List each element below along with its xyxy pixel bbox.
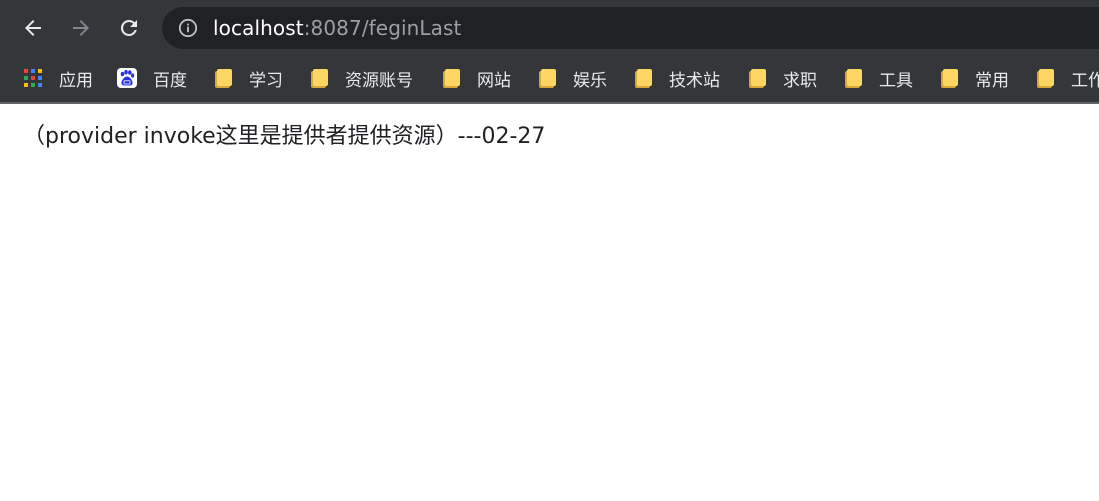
bookmark-label: 工具 (879, 70, 913, 91)
bookmark-label: 网站 (477, 70, 511, 91)
bookmark-folder-work[interactable]: 工作 (1035, 56, 1099, 100)
browser-toolbar: localhost:8087/feginLast (0, 0, 1099, 56)
bookmark-folder-tools[interactable]: 工具 (843, 56, 913, 100)
info-icon[interactable] (178, 18, 198, 38)
forward-button[interactable] (66, 13, 96, 43)
folder-icon (939, 68, 959, 88)
bookmark-label: 资源账号 (345, 70, 413, 91)
bookmark-folder-study[interactable]: 学习 (213, 56, 283, 100)
bookmark-label: 百度 (153, 70, 187, 91)
page-body-text: （provider invoke这里是提供者提供资源）---02-27 (23, 124, 546, 149)
bookmark-apps[interactable]: 应用 (23, 56, 93, 100)
baidu-icon (117, 68, 137, 88)
back-arrow-icon (25, 20, 41, 36)
bookmark-label: 工作 (1071, 70, 1099, 91)
bookmarks-bar: 应用 百度 学习 资源账号 网站 娱乐 技术站 求职 工具 常用 工作 (0, 56, 1099, 104)
url-text[interactable]: localhost:8087/feginLast (213, 7, 462, 49)
bookmark-folder-websites[interactable]: 网站 (441, 56, 511, 100)
browser-window: localhost:8087/feginLast 应用 百度 学习 资源账号 网… (0, 0, 1099, 501)
url-host: localhost (213, 16, 304, 40)
back-button[interactable] (18, 13, 48, 43)
folder-icon (309, 68, 329, 88)
folder-icon (747, 68, 767, 88)
bookmark-label: 娱乐 (573, 70, 607, 91)
bookmark-label: 学习 (249, 70, 283, 91)
reload-button[interactable] (114, 13, 144, 43)
folder-icon (213, 68, 233, 88)
bookmark-folder-job-search[interactable]: 求职 (747, 56, 817, 100)
bookmark-label: 常用 (975, 70, 1009, 91)
address-bar[interactable]: localhost:8087/feginLast (162, 7, 1099, 49)
folder-icon (441, 68, 461, 88)
bookmark-baidu[interactable]: 百度 (117, 56, 187, 100)
bookmark-folder-resource-accounts[interactable]: 资源账号 (309, 56, 413, 100)
folder-icon (633, 68, 653, 88)
bookmark-folder-entertainment[interactable]: 娱乐 (537, 56, 607, 100)
forward-arrow-icon (73, 20, 89, 36)
folder-icon (843, 68, 863, 88)
url-path: :8087/feginLast (303, 16, 462, 40)
bookmark-label: 求职 (783, 70, 817, 91)
reload-icon (120, 19, 137, 36)
folder-icon (537, 68, 557, 88)
bookmark-folder-common[interactable]: 常用 (939, 56, 1009, 100)
bookmark-folder-tech-sites[interactable]: 技术站 (633, 56, 720, 100)
folder-icon (1035, 68, 1055, 88)
bookmark-label: 应用 (59, 70, 93, 91)
page-content: （provider invoke这里是提供者提供资源）---02-27 (0, 104, 1099, 501)
apps-grid-icon (23, 68, 43, 88)
bookmark-label: 技术站 (669, 70, 720, 91)
